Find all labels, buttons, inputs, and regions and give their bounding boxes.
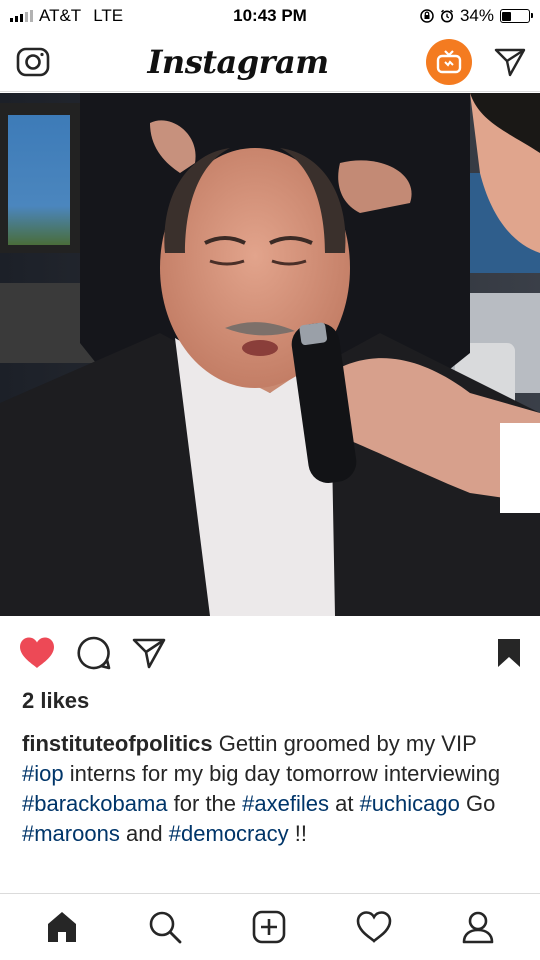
carrier-label: AT&T [39,6,82,25]
hashtag-link[interactable]: #axefiles [242,791,329,816]
likes-count[interactable]: 2 likes [22,688,89,714]
caption-text: at [328,791,360,816]
post-actions-left [18,635,166,671]
hashtag-link[interactable]: #democracy [169,821,289,846]
app-header: Instagram [0,32,540,92]
new-post-icon[interactable] [252,910,286,944]
hashtag-link[interactable]: #maroons [22,821,120,846]
alarm-icon [440,9,453,23]
caption-text: Go [459,791,496,816]
bottom-tab-bar [0,893,540,960]
post-caption: finstituteofpolitics Gettin groomed by m… [22,729,522,849]
hashtag-link[interactable]: #uchicago [360,791,460,816]
signal-strength-icon [10,10,33,22]
igtv-icon[interactable] [426,38,472,85]
caption-text: interns for my big day tomorrow intervie… [63,761,501,786]
search-icon[interactable] [148,910,182,944]
orientation-lock-icon [420,9,434,23]
status-bar: AT&T LTE 10:43 PM 34% [0,0,540,32]
comment-icon[interactable] [76,635,112,671]
battery-fill [502,11,511,21]
post-image[interactable] [0,93,540,616]
caption-text: for the [167,791,243,816]
caption-text: and [119,821,169,846]
direct-message-icon[interactable] [494,47,526,77]
bookmark-icon[interactable] [496,637,522,669]
header-actions [426,38,526,85]
network-label: LTE [93,6,124,25]
status-right: 34% [350,6,533,26]
camera-icon[interactable] [16,45,50,79]
post-photo [0,93,540,616]
clock: 10:43 PM [233,6,307,25]
profile-icon[interactable] [461,910,495,944]
battery-icon [499,9,533,23]
activity-icon[interactable] [356,911,392,943]
share-icon[interactable] [132,637,166,669]
status-left: AT&T LTE [10,6,190,26]
caption-text: Gettin groomed by my VIP [212,731,477,756]
caption-username[interactable]: finstituteofpolitics [22,731,213,756]
home-icon[interactable] [45,910,79,944]
battery-percent: 34% [459,6,494,25]
hashtag-link[interactable]: #iop [22,761,64,786]
instagram-logo: Instagram [147,42,329,81]
like-heart-icon[interactable] [18,636,56,670]
caption-text: !! [288,821,307,846]
post-actions [0,630,540,676]
hashtag-link[interactable]: #barackobama [22,791,168,816]
